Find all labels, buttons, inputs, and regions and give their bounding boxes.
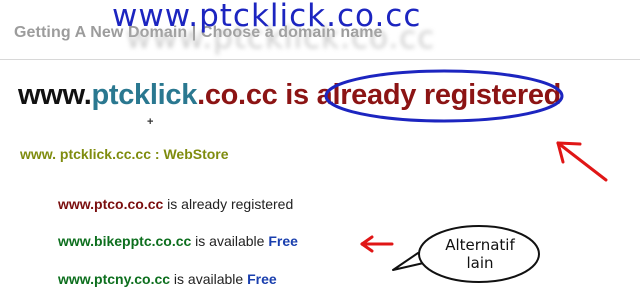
callout-text: Alternatif lain bbox=[434, 236, 526, 272]
red-arrow-icon bbox=[556, 141, 608, 182]
screenshot-stage: Getting A New Domain | Choose a domain n… bbox=[0, 0, 640, 300]
callout-line-1: Alternatif bbox=[445, 236, 515, 254]
annotation-overlay bbox=[324, 69, 608, 283]
blue-ellipse-annotation bbox=[324, 69, 564, 123]
red-arrow-icon bbox=[360, 235, 394, 253]
callout-line-2: lain bbox=[466, 254, 494, 272]
